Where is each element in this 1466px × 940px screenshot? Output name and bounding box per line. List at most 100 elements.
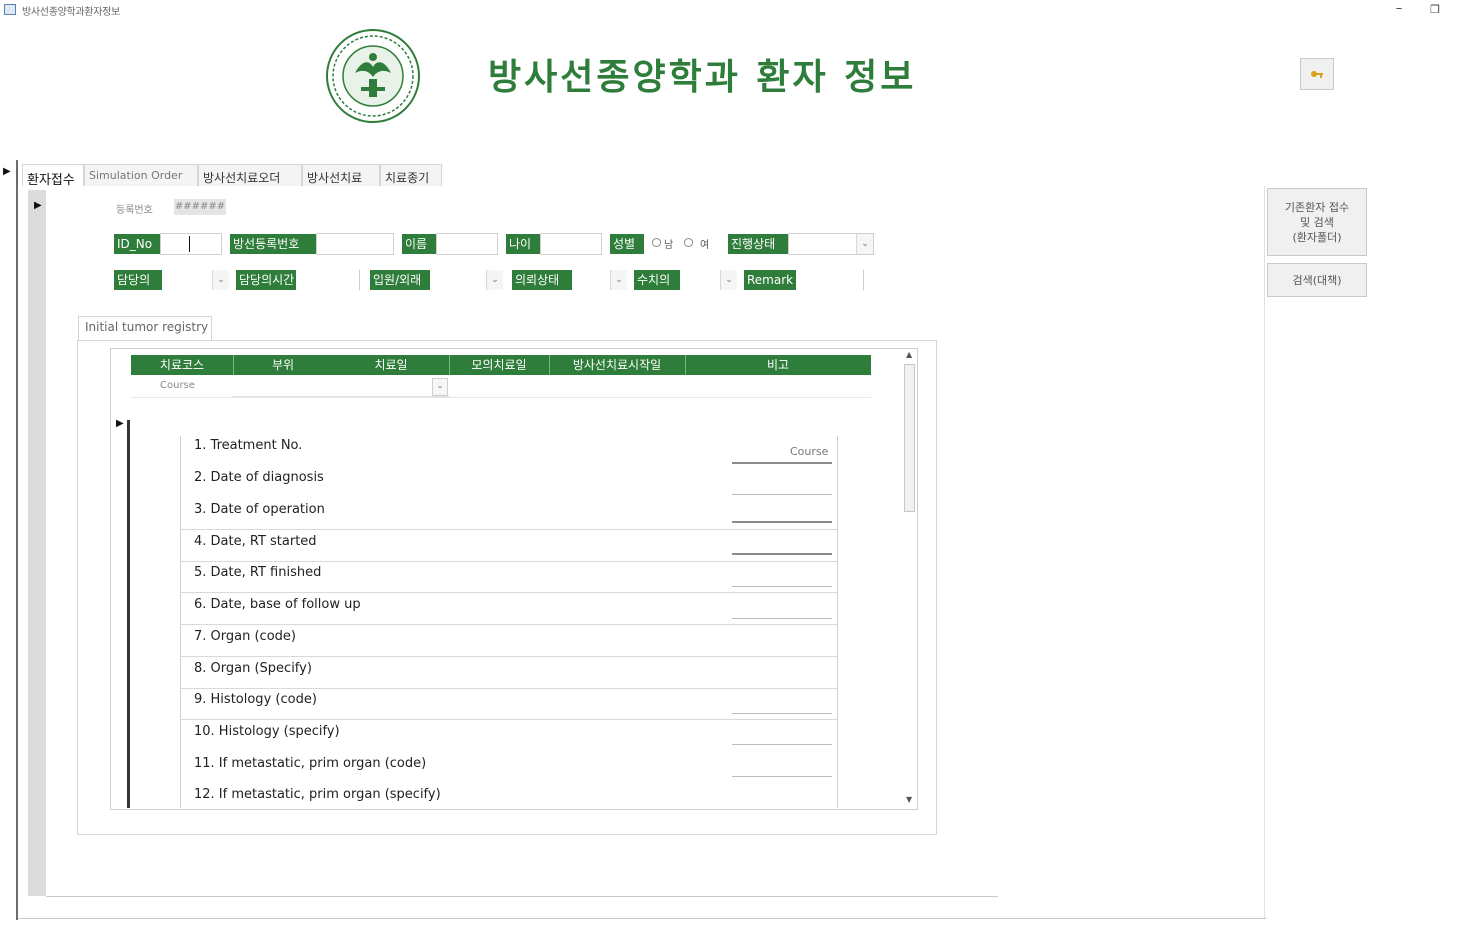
treatment-no-field[interactable] bbox=[732, 462, 832, 464]
minimize-button[interactable]: – bbox=[1388, 1, 1410, 19]
chevron-down-icon[interactable]: ⌄ bbox=[486, 270, 503, 290]
list-item: 9. Histology (code) bbox=[194, 692, 317, 707]
column-header: 방사선치료시작일 bbox=[572, 358, 662, 372]
chevron-down-icon[interactable]: ⌄ bbox=[856, 234, 873, 254]
chevron-down-icon[interactable]: ⌄ bbox=[720, 270, 737, 290]
remark-input[interactable] bbox=[796, 269, 864, 291]
record-pointer-icon: ▶ bbox=[116, 418, 124, 429]
list-item: 2. Date of diagnosis bbox=[194, 470, 324, 485]
registration-label: 등록번호 bbox=[116, 205, 153, 216]
list-item: 7. Organ (code) bbox=[194, 629, 296, 644]
treatment-subform bbox=[180, 436, 838, 808]
registration-value: ###### bbox=[174, 199, 226, 215]
remark-label: Remark bbox=[744, 270, 796, 290]
referring-label: 의뢰상태 bbox=[512, 270, 572, 290]
ward-combo[interactable]: ⌄ bbox=[430, 269, 504, 291]
histology-code-field[interactable] bbox=[732, 713, 832, 714]
sex-male-radio[interactable] bbox=[652, 238, 661, 247]
title-bar bbox=[0, 0, 1466, 22]
window-title: 방사선종양학과환자정보 bbox=[22, 7, 120, 18]
column-header: 모의치료일 bbox=[471, 358, 527, 372]
row-separator bbox=[181, 688, 837, 689]
column-header: 부위 bbox=[271, 358, 295, 372]
search-button[interactable]: 검색(대책) bbox=[1267, 263, 1367, 297]
scrollbar-thumb[interactable] bbox=[904, 364, 915, 512]
histology-specify-field[interactable] bbox=[732, 744, 832, 745]
tab-rt-order[interactable]: 방사선치료오더 bbox=[198, 164, 302, 186]
tab-treatment-end[interactable]: 치료종기 bbox=[380, 164, 442, 186]
rt-started-field[interactable] bbox=[732, 553, 832, 555]
doctor-label: 담당의 bbox=[114, 270, 162, 290]
tab-patient-intake[interactable]: 환자접수 bbox=[22, 164, 84, 188]
referring-combo[interactable]: ⌄ bbox=[572, 269, 628, 291]
list-item: 12. If metastatic, prim organ (specify) bbox=[194, 787, 441, 802]
chevron-down-icon[interactable]: ⌄ bbox=[212, 270, 229, 290]
divider bbox=[18, 918, 1266, 919]
course-combo[interactable]: ⌄ bbox=[232, 376, 450, 397]
column-header: 비고 bbox=[766, 358, 790, 372]
column-header: 치료코스 bbox=[159, 358, 205, 372]
record-pointer-icon: ▶ bbox=[3, 166, 11, 177]
key-button[interactable] bbox=[1300, 58, 1334, 90]
scroll-up-icon[interactable]: ▲ bbox=[906, 350, 912, 359]
record-selector-outer bbox=[0, 160, 18, 920]
id-input[interactable] bbox=[160, 233, 222, 255]
tab-simulation-order[interactable]: Simulation Order bbox=[84, 164, 198, 186]
insurance-input[interactable] bbox=[316, 233, 394, 255]
row-separator bbox=[181, 624, 837, 625]
sex-label: 성별 bbox=[610, 234, 644, 254]
list-item: 1. Treatment No. bbox=[194, 438, 303, 453]
age-input[interactable] bbox=[540, 233, 602, 255]
hospital-seal-logo bbox=[325, 27, 421, 125]
date-of-diagnosis-field[interactable] bbox=[732, 494, 832, 495]
maximize-button[interactable]: ❐ bbox=[1424, 1, 1446, 19]
course-label: Course bbox=[160, 380, 195, 391]
date-of-operation-field[interactable] bbox=[732, 521, 832, 523]
row-separator bbox=[131, 397, 871, 398]
sex-female-label: 여 bbox=[700, 240, 710, 251]
rt-finished-field[interactable] bbox=[732, 586, 832, 587]
metastatic-code-field[interactable] bbox=[732, 776, 832, 777]
scroll-down-icon[interactable]: ▼ bbox=[906, 795, 912, 804]
record-pointer-icon: ▶ bbox=[34, 200, 42, 211]
name-label: 이름 bbox=[402, 234, 436, 254]
sex-male-label: 남 bbox=[664, 240, 674, 251]
list-item: 11. If metastatic, prim organ (code) bbox=[194, 756, 427, 771]
follow-up-field[interactable] bbox=[732, 618, 832, 619]
chevron-down-icon[interactable]: ⌄ bbox=[610, 270, 627, 290]
column-header: 치료일 bbox=[374, 358, 408, 372]
sex-female-radio[interactable] bbox=[684, 238, 693, 247]
text-cursor bbox=[189, 236, 190, 252]
key-icon bbox=[1310, 65, 1324, 84]
status-label: 진행상태 bbox=[728, 234, 788, 254]
name-input[interactable] bbox=[436, 233, 498, 255]
page-title: 방사선종양학과 환자 정보 bbox=[488, 57, 917, 98]
insurance-label: 방선등록번호 bbox=[230, 234, 316, 254]
row-separator bbox=[181, 529, 837, 530]
list-item: 5. Date, RT finished bbox=[194, 565, 322, 580]
status-combo[interactable]: ⌄ bbox=[788, 233, 874, 255]
row-separator bbox=[181, 719, 837, 720]
list-item: 10. Histology (specify) bbox=[194, 724, 340, 739]
record-selector-inner bbox=[28, 190, 46, 896]
list-item: 8. Organ (Specify) bbox=[194, 661, 312, 676]
age-label: 나이 bbox=[506, 234, 540, 254]
subform-record-selector bbox=[127, 420, 130, 808]
row-separator bbox=[181, 561, 837, 562]
list-item: 6. Date, base of follow up bbox=[194, 597, 361, 612]
chevron-down-icon[interactable]: ⌄ bbox=[432, 378, 448, 396]
list-item: 3. Date of operation bbox=[194, 502, 325, 517]
row-separator bbox=[181, 656, 837, 657]
id-label: ID_No bbox=[114, 234, 160, 254]
divider bbox=[1264, 186, 1265, 918]
app-icon bbox=[4, 4, 16, 15]
course-column-header: Course bbox=[790, 445, 829, 458]
tab-radiotherapy[interactable]: 방사선치료 bbox=[302, 164, 380, 186]
doctor-combo[interactable]: ⌄ bbox=[162, 269, 230, 291]
sub-doctor-label: 수치의 bbox=[634, 270, 680, 290]
doctor-time-input[interactable] bbox=[296, 269, 360, 291]
doctor-time-label: 담당의시간 bbox=[236, 270, 296, 290]
existing-patient-search-button[interactable]: 기존환자 접수 및 검색 (환자폴더) bbox=[1267, 188, 1367, 256]
sub-doctor-combo[interactable]: ⌄ bbox=[680, 269, 738, 291]
tab-initial-tumor-registry[interactable]: Initial tumor registry bbox=[78, 316, 212, 340]
